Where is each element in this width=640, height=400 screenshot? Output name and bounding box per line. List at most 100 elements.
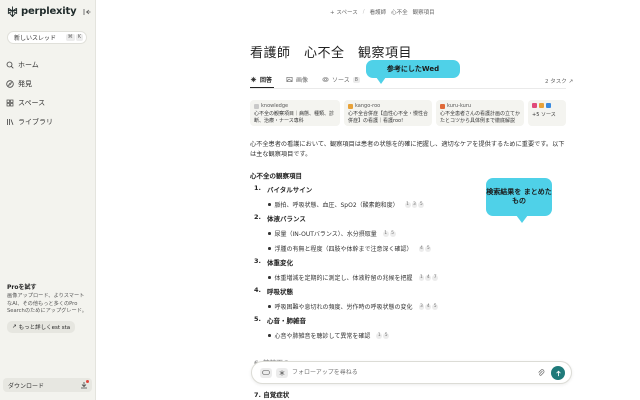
pro-learn-more-label: もっと詳しくest sta [18, 324, 71, 331]
list-item-heading: 体重変化 [267, 259, 293, 267]
bullet-text: 脈拍、呼吸状態、血圧、SpO2（酸素飽和度） [274, 202, 399, 209]
notification-dot [86, 380, 89, 383]
blank-overlay [96, 0, 189, 30]
sidebar: perplexity 新しいスレッド ⌘ K ホーム 発見 スペース ライブラリ… [0, 0, 96, 400]
bullet-dot-icon [268, 203, 271, 206]
pro-title: Proを試す [7, 284, 37, 291]
citation-badge[interactable]: 4 [418, 245, 425, 252]
brand-name: perplexity [21, 6, 77, 17]
new-thread-label: 新しいスレッド [14, 35, 57, 42]
site-favicon-icon [254, 103, 259, 109]
list-bullet: 浮腫の有無と程度（四肢や体幹まで注意深く確認） 4 5 [268, 244, 568, 253]
perplexity-logo-icon [7, 6, 18, 17]
arrow-up-right-icon: ↗ [568, 79, 574, 85]
source-site: knowledge [261, 103, 289, 109]
citation-badge[interactable]: 1 [418, 274, 425, 281]
breadcrumb: + スペース / 看護師 心不全 観察項目 [330, 8, 435, 16]
pro-learn-more-button[interactable]: ↗ もっと詳しくest sta [7, 320, 76, 333]
tab-label: 画像 [296, 77, 309, 84]
sidebar-item-label: スペース [18, 98, 46, 107]
library-icon [7, 118, 14, 125]
tab-images[interactable]: 画像 [286, 75, 308, 84]
sidebar-item-discover[interactable]: 発見 [6, 74, 53, 93]
list-item-number: 3. [254, 257, 261, 265]
list-bullet: 尿量（IN-OUTバランス）、水分摂取量 1 5 [268, 229, 568, 238]
citation-badge[interactable]: 5 [418, 201, 425, 208]
tab-sources[interactable]: ソース 8 [322, 75, 360, 84]
followup-input[interactable] [292, 369, 492, 376]
citation-group: 345 [418, 303, 439, 310]
source-site: kango-roo [355, 103, 381, 109]
site-favicon-icon [539, 103, 544, 108]
citation-badge[interactable]: 4 [425, 274, 432, 281]
source-card[interactable]: kango-roo 心不全合併症【血性心不全・慢性合併症】の看護｜看護roo! [344, 100, 432, 126]
bullet-text: 体重増減を定期的に測定し、体液貯留の兆候を把握 [274, 275, 413, 282]
list-item: 5. 心音・肺雑音 心音や肺雑音を聴診して異常を確認 1 5 [250, 315, 568, 340]
sources-count-badge: 8 [352, 76, 360, 83]
source-card[interactable]: knowledge 心不全の観察項目｜病態、種類、診断、治療・ナース専科 [250, 100, 340, 126]
model-select-button[interactable] [276, 367, 288, 378]
citation-badge[interactable]: 5 [432, 303, 439, 310]
source-title: 心不全患者さんの看護計画の立てかたとコツから具体例まで徹底解説 [440, 111, 521, 124]
task-counter[interactable]: 2 タスク ↗ [545, 77, 573, 85]
source-title: 心不全の観察項目｜病態、種類、診断、治療・ナース専科 [254, 111, 335, 124]
sidebar-item-spaces[interactable]: スペース [6, 93, 53, 112]
tabs-divider [250, 88, 566, 89]
source-card[interactable]: kuru-kuru 心不全患者さんの看護計画の立てかたとコツから具体例まで徹底解… [436, 100, 524, 126]
citation-badge[interactable]: 5 [383, 332, 390, 339]
shortcut-key-cmd: ⌘ [65, 34, 75, 41]
more-sources-card[interactable]: +5 ソース [528, 100, 566, 126]
download-button[interactable]: ダウンロード [3, 378, 92, 392]
breadcrumb-item: 心不全 [391, 10, 408, 16]
sidebar-item-label: ホーム [18, 60, 39, 69]
list-item-heading: バイタルサイン [267, 186, 313, 194]
citation-badge[interactable]: 4 [425, 303, 432, 310]
sidebar-item-library[interactable]: ライブラリ [6, 112, 53, 131]
breadcrumb-separator: / [362, 9, 365, 15]
collapse-sidebar-icon[interactable] [83, 8, 91, 16]
citation-badge[interactable]: 3 [418, 303, 425, 310]
sidebar-item-home[interactable]: ホーム [6, 55, 53, 74]
list-item: 2. 体液バランス 尿量（IN-OUTバランス）、水分摂取量 1 5 浮腫の有無と程度（四… [250, 213, 568, 253]
list-bullet: 体重増減を定期的に測定し、体液貯留の兆候を把握 1 4 7 [268, 273, 568, 282]
citation-group: 147 [418, 274, 439, 281]
bullet-dot-icon [268, 334, 271, 337]
citation-badge[interactable]: 1 [382, 230, 389, 237]
list-item-heading: 呼吸状態 [267, 288, 293, 296]
citation-badge[interactable]: 3 [411, 201, 418, 208]
more-sources-label: +5 ソース [532, 112, 556, 118]
new-thread-shortcut: ⌘ K [65, 34, 83, 41]
paperclip-icon[interactable] [537, 369, 545, 377]
list-item-title: 4. 呼吸状態 [254, 286, 568, 296]
add-space-button[interactable]: + スペース [330, 8, 358, 16]
list-item: 4. 呼吸状態呼吸困難や息切れの頻度、労作時の呼吸状態の変化 3 4 5 [250, 286, 568, 311]
citation-badge[interactable]: 5 [425, 245, 432, 252]
new-thread-button[interactable]: 新しいスレッド ⌘ K [7, 31, 87, 44]
citation-group: 45 [418, 245, 432, 252]
citation-badge[interactable]: 1 [376, 332, 383, 339]
source-title: 心不全合併症【血性心不全・慢性合併症】の看護｜看護roo! [348, 111, 429, 124]
send-button[interactable] [551, 366, 565, 380]
brand-logo[interactable]: perplexity [7, 6, 77, 17]
tab-answer[interactable]: 回答 [250, 75, 272, 84]
list-item-title: 3. 体重変化 [254, 257, 568, 267]
image-icon [286, 77, 293, 82]
answer-intro: 心不全患者の看護において、観察項目は患者の状態を的確に把握し、適切なケアを提供す… [250, 141, 565, 158]
answer-icon [250, 76, 257, 83]
sources-icon [322, 77, 329, 82]
sidebar-nav: ホーム 発見 スペース ライブラリ [6, 55, 53, 131]
list-item-last: 7. 自覚症状 [254, 391, 290, 399]
download-label: ダウンロード [8, 382, 45, 390]
bullet-dot-icon [268, 232, 271, 235]
toggle-icon [262, 370, 270, 375]
list-bullet: 心音や肺雑音を聴診して異常を確認 1 5 [268, 331, 568, 340]
list-item-heading: 体液バランス [267, 215, 306, 223]
list-bullet: 呼吸困難や息切れの頻度、労作時の呼吸状態の変化 3 4 5 [268, 302, 568, 311]
focus-toggle-button[interactable] [260, 367, 272, 378]
citation-badge[interactable]: 7 [432, 274, 439, 281]
citation-badge[interactable]: 1 [404, 201, 411, 208]
result-tabs: 回答 画像 ソース 8 [250, 75, 360, 84]
bullet-dot-icon [268, 305, 271, 308]
site-favicon-icon [532, 103, 537, 108]
citation-badge[interactable]: 5 [389, 230, 396, 237]
